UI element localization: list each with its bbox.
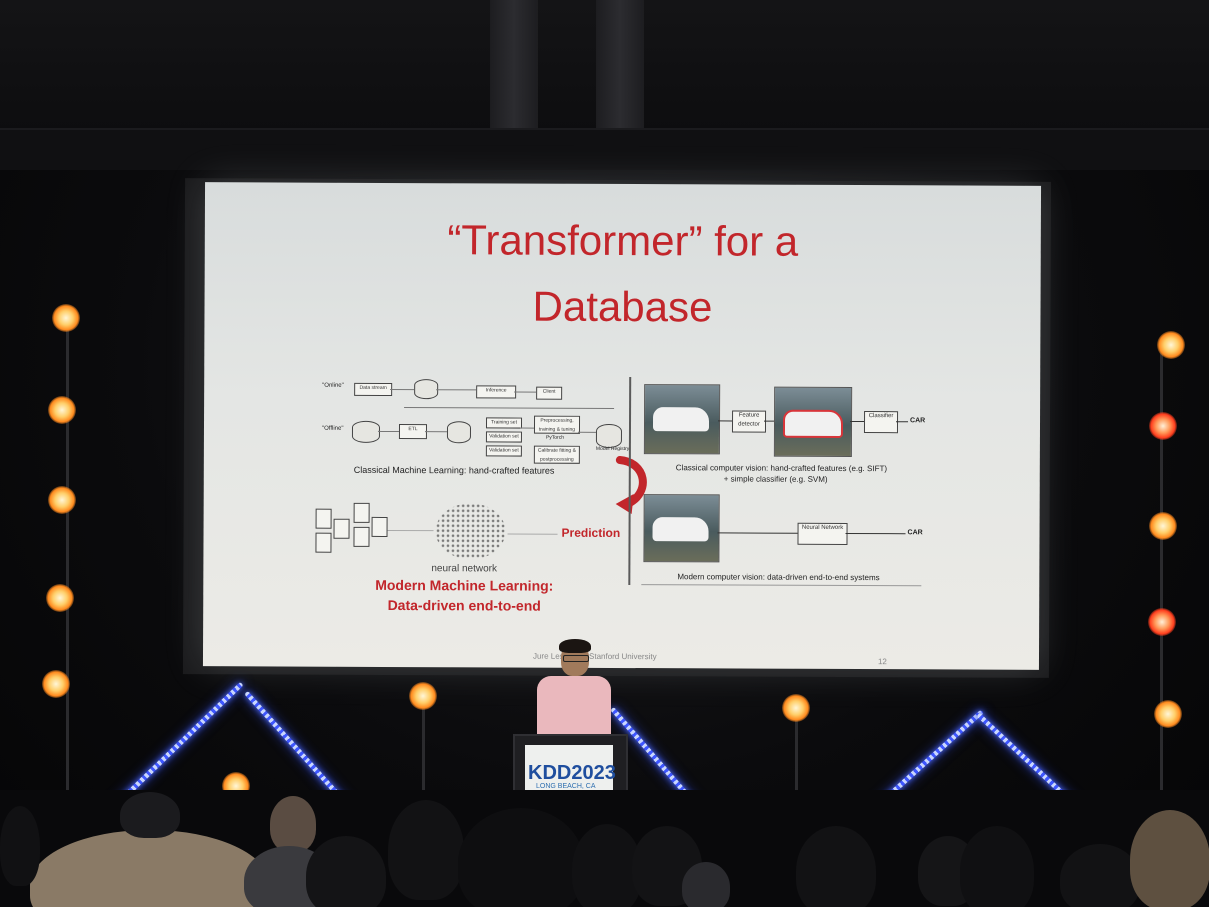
white-car-shape (652, 407, 710, 432)
data-lake-store (351, 420, 381, 443)
modern-ml-title-2: Data-driven end-to-end (387, 596, 541, 614)
classifier-box: Classifier (863, 411, 899, 434)
highlighted-car-shape (782, 409, 844, 438)
lighting-truss (0, 128, 1209, 170)
pipeline-connector (514, 391, 537, 393)
cv-arrow (850, 420, 865, 423)
stage-light-red (1149, 412, 1177, 440)
stage-light (46, 584, 74, 612)
calibrate-box: Calibrate fitting & postprocessing (533, 445, 580, 464)
stage-light (409, 682, 437, 710)
neural-network-label: neural network (431, 563, 497, 575)
stage-light (1157, 331, 1185, 359)
modern-ml-title-1: Modern Machine Learning: (375, 576, 554, 594)
white-car-shape (652, 517, 709, 542)
classical-ml-caption: Classical Machine Learning: hand-crafted… (353, 464, 555, 476)
stage-light (48, 396, 76, 424)
light-pole-right (1160, 340, 1163, 810)
modern-cv-caption: Modern computer vision: data-driven end-… (677, 572, 880, 583)
stage-light (52, 304, 80, 332)
offline-label: "Offline" (321, 425, 344, 432)
audience-head (306, 836, 386, 907)
model-registry-label: Model Registry (595, 445, 630, 453)
online-label: "Online" (322, 382, 344, 389)
car-photo-input (643, 384, 721, 455)
kdd-logo-location: LONG BEACH, CA (536, 783, 596, 790)
audience-person (682, 862, 730, 907)
audience-head (1130, 810, 1209, 907)
table-icon (371, 516, 388, 537)
car-photo-modern (643, 494, 720, 563)
audience-head (388, 800, 464, 900)
prediction-label: Prediction (561, 525, 621, 540)
stage-light (1149, 512, 1177, 540)
caption-rule (641, 584, 922, 587)
neural-network-graphic (435, 503, 506, 560)
audience-head (1060, 844, 1140, 907)
table-icon (315, 508, 332, 529)
pipeline-connector (390, 388, 415, 391)
stage-light (1154, 700, 1182, 728)
ceiling-beam-left (490, 0, 538, 140)
stage-light (782, 694, 810, 722)
online-features-store (414, 379, 439, 400)
feature-detector-box: Feature detector (731, 410, 767, 433)
light-pole (422, 700, 425, 800)
table-icon (353, 526, 370, 547)
pipeline-connector (377, 430, 399, 433)
nn-input-arrow (387, 529, 434, 532)
stage-light (48, 486, 76, 514)
validation-set-box-2: Validation set (485, 445, 522, 457)
table-icon (333, 518, 350, 539)
pipeline-connector (436, 389, 477, 391)
slide-title-line-1: “Transformer” for a (447, 216, 799, 265)
nn-output-arrow (507, 533, 558, 535)
light-pole-left (66, 320, 69, 810)
speaker-glasses (563, 655, 589, 662)
cv-arrow (764, 420, 775, 422)
preprocessing-box: Preprocessing, training & tuning (533, 415, 581, 434)
cv-arrow (718, 420, 733, 422)
kdd-logo-text: KDD2023 (528, 762, 616, 784)
cv-modern-output-label: CAR (907, 529, 923, 537)
pipeline-connector (519, 427, 534, 429)
audience-head (960, 826, 1034, 907)
audience-head (120, 792, 180, 838)
conference-stage-photo: “Transformer” for a Database "Online" "O… (0, 0, 1209, 907)
pipeline-loop-connector (404, 407, 615, 409)
offline-features-store (446, 421, 472, 444)
table-icon (315, 532, 332, 553)
pipeline-connector (577, 431, 596, 433)
stage-light-red (1148, 608, 1176, 636)
speaker-hair (559, 639, 591, 653)
audience-head (0, 806, 40, 886)
ceiling-beam-right (596, 0, 644, 140)
cv-output-label: CAR (910, 417, 926, 425)
client-box: Client (536, 386, 563, 400)
classical-cv-caption-1: Classical computer vision: hand-crafted … (675, 463, 888, 474)
audience-head (458, 808, 584, 907)
validation-set-box-1: Validation set (485, 431, 522, 443)
pipeline-connector (424, 431, 447, 433)
slide-title-line-2: Database (532, 282, 713, 331)
data-stream-box: Data stream (354, 382, 393, 396)
slide-page-number: 12 (877, 657, 887, 667)
car-photo-features (773, 386, 853, 458)
cv-arrow (845, 532, 906, 535)
table-icon (353, 502, 370, 523)
model-registry-store (595, 423, 623, 448)
cv-arrow (717, 532, 798, 534)
etl-box: ETL (398, 424, 428, 440)
pytorch-label: PyTorch (545, 434, 565, 441)
audience-head (270, 796, 316, 852)
classical-cv-caption-2: + simple classifier (e.g. SVM) (723, 474, 828, 484)
training-set-box: Training set (485, 417, 523, 429)
audience-head (796, 826, 876, 907)
presentation-slide: “Transformer” for a Database "Online" "O… (202, 182, 1042, 670)
inference-box: Inference (476, 385, 517, 399)
stage-light (42, 670, 70, 698)
slide-footer-author: Jure Leskovec, Stanford University (532, 651, 657, 662)
neural-network-box: Neural Network (797, 522, 848, 545)
cv-arrow (896, 421, 909, 423)
